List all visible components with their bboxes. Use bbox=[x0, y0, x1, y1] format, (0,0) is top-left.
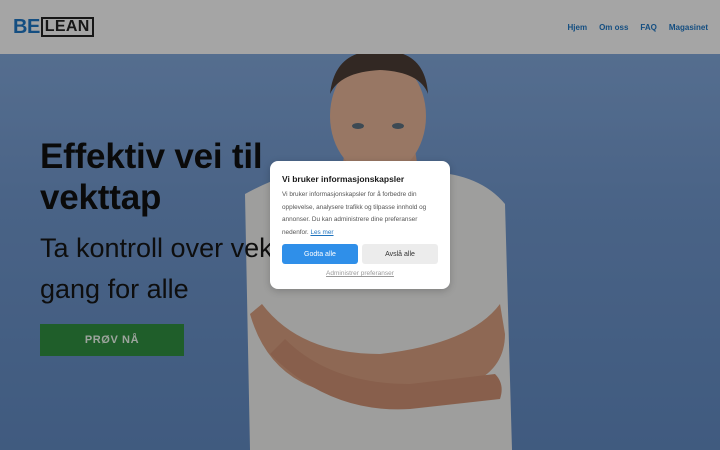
cookie-dialog-text: Vi bruker informasjonskapsler for å forb… bbox=[282, 191, 427, 236]
cookie-consent-dialog: Vi bruker informasjonskapsler Vi bruker … bbox=[270, 161, 450, 289]
decline-all-button[interactable]: Avslå alle bbox=[362, 244, 438, 264]
cookie-dialog-buttons: Godta alle Avslå alle bbox=[282, 244, 438, 264]
accept-all-button[interactable]: Godta alle bbox=[282, 244, 358, 264]
cookie-dialog-body: Vi bruker informasjonskapsler for å forb… bbox=[282, 189, 438, 239]
manage-preferences-link[interactable]: Administrer preferanser bbox=[282, 270, 438, 277]
cookie-dialog-title: Vi bruker informasjonskapsler bbox=[282, 174, 405, 184]
learn-more-link[interactable]: Les mer bbox=[310, 229, 333, 236]
